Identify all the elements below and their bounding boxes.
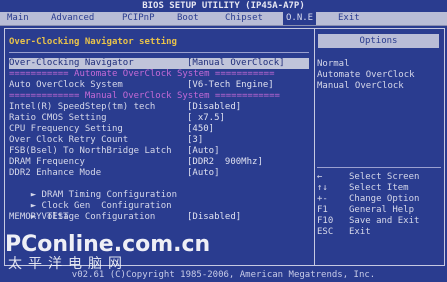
panel-divider bbox=[314, 29, 315, 265]
setting-row-memory-test[interactable]: MEMORY TEST [Disabled] bbox=[9, 212, 309, 223]
setting-value[interactable]: [3] bbox=[187, 135, 203, 146]
help-desc: Select Screen bbox=[349, 172, 420, 182]
setting-label: DDR2 Enhance Mode bbox=[9, 168, 102, 178]
tab-pcipnp[interactable]: PCIPnP bbox=[119, 12, 158, 25]
setting-row[interactable]: CPU Frequency Setting [450] bbox=[9, 124, 309, 135]
heading-divider bbox=[9, 52, 309, 53]
setting-value[interactable]: [Auto] bbox=[187, 168, 220, 179]
setting-value[interactable]: [DDR2 900Mhz] bbox=[187, 157, 263, 168]
setting-value[interactable]: [Manual OverClock] bbox=[187, 58, 285, 69]
setting-value[interactable]: [ x7.5] bbox=[187, 113, 225, 124]
setting-label: Intel(R) SpeedStep(tm) tech bbox=[9, 102, 156, 112]
setting-row[interactable]: FSB(Bsel) To NorthBridge Latch [Auto] bbox=[9, 146, 309, 157]
setting-row-auto-system[interactable]: Auto OverClock System [V6-Tech Engine] bbox=[9, 80, 309, 91]
tab-boot[interactable]: Boot bbox=[174, 12, 202, 25]
tab-advanced[interactable]: Advanced bbox=[48, 12, 97, 25]
help-key-plus-minus: +- bbox=[317, 194, 328, 204]
tab-one[interactable]: O.N.E bbox=[283, 12, 317, 25]
tab-chipset[interactable]: Chipset bbox=[222, 12, 266, 25]
option-item-automate[interactable]: Automate OverClock bbox=[317, 70, 415, 81]
help-key-esc: ESC bbox=[317, 227, 334, 237]
setting-row[interactable]: Intel(R) SpeedStep(tm) tech [Disabled] bbox=[9, 102, 309, 113]
setting-label: FSB(Bsel) To NorthBridge Latch bbox=[9, 146, 172, 156]
help-divider bbox=[317, 167, 441, 168]
section-separator-auto: =========== Automate OverClock System ==… bbox=[9, 69, 275, 79]
help-key-arrows-ud: ↑↓ bbox=[317, 183, 328, 193]
tab-main[interactable]: Main bbox=[4, 12, 32, 25]
setting-row[interactable]: Ratio CMOS Setting [ x7.5] bbox=[9, 113, 309, 124]
setting-label: Over Clock Retry Count bbox=[9, 135, 129, 145]
setting-label: CPU Frequency Setting bbox=[9, 124, 123, 134]
options-header: Options bbox=[318, 34, 439, 48]
setting-label: MEMORY TEST bbox=[9, 212, 69, 222]
help-desc: Change Option bbox=[349, 194, 420, 204]
setting-label: DRAM Frequency bbox=[9, 157, 85, 167]
setting-row[interactable]: DDR2 Enhance Mode [Auto] bbox=[9, 168, 309, 179]
help-key-f1: F1 bbox=[317, 205, 328, 215]
setting-value[interactable]: [450] bbox=[187, 124, 214, 135]
option-item-manual[interactable]: Manual OverClock bbox=[317, 81, 404, 92]
menu-bar: Main Advanced PCIPnP Boot Chipset O.N.E … bbox=[0, 12, 447, 26]
help-desc: Exit bbox=[349, 227, 371, 237]
help-desc: Select Item bbox=[349, 183, 409, 193]
help-key-arrows-lr: ← bbox=[317, 172, 323, 182]
setting-value[interactable]: [Auto] bbox=[187, 146, 220, 157]
section-separator-manual: ============= Manual OverClock System ==… bbox=[9, 91, 280, 101]
setting-label: Auto OverClock System bbox=[9, 80, 123, 90]
setting-label: Ratio CMOS Setting bbox=[9, 113, 107, 123]
setting-value[interactable]: [V6-Tech Engine] bbox=[187, 80, 274, 91]
setting-value[interactable]: [Disabled] bbox=[187, 212, 241, 223]
help-desc: Save and Exit bbox=[349, 216, 420, 226]
setting-row-navigator[interactable]: Over-Clocking Navigator [Manual OverCloc… bbox=[9, 58, 309, 69]
page-title: Over-Clocking Navigator setting bbox=[9, 37, 177, 47]
watermark-logo: PConline.com.cn bbox=[5, 232, 211, 257]
main-frame: Over-Clocking Navigator setting Over-Clo… bbox=[4, 28, 445, 266]
help-desc: General Help bbox=[349, 205, 415, 215]
setting-value[interactable]: [Disabled] bbox=[187, 102, 241, 113]
setting-label: Over-Clocking Navigator bbox=[9, 58, 134, 68]
option-item-normal[interactable]: Normal bbox=[317, 59, 350, 70]
setting-row[interactable]: Over Clock Retry Count [3] bbox=[9, 135, 309, 146]
help-key-f10: F10 bbox=[317, 216, 334, 226]
tab-exit[interactable]: Exit bbox=[335, 12, 363, 25]
bios-title: BIOS SETUP UTILITY (IP45A-A7P) bbox=[0, 0, 447, 12]
copyright-footer: v02.61 (C)Copyright 1985-2006, American … bbox=[71, 270, 376, 280]
setting-row[interactable]: DRAM Frequency [DDR2 900Mhz] bbox=[9, 157, 309, 168]
